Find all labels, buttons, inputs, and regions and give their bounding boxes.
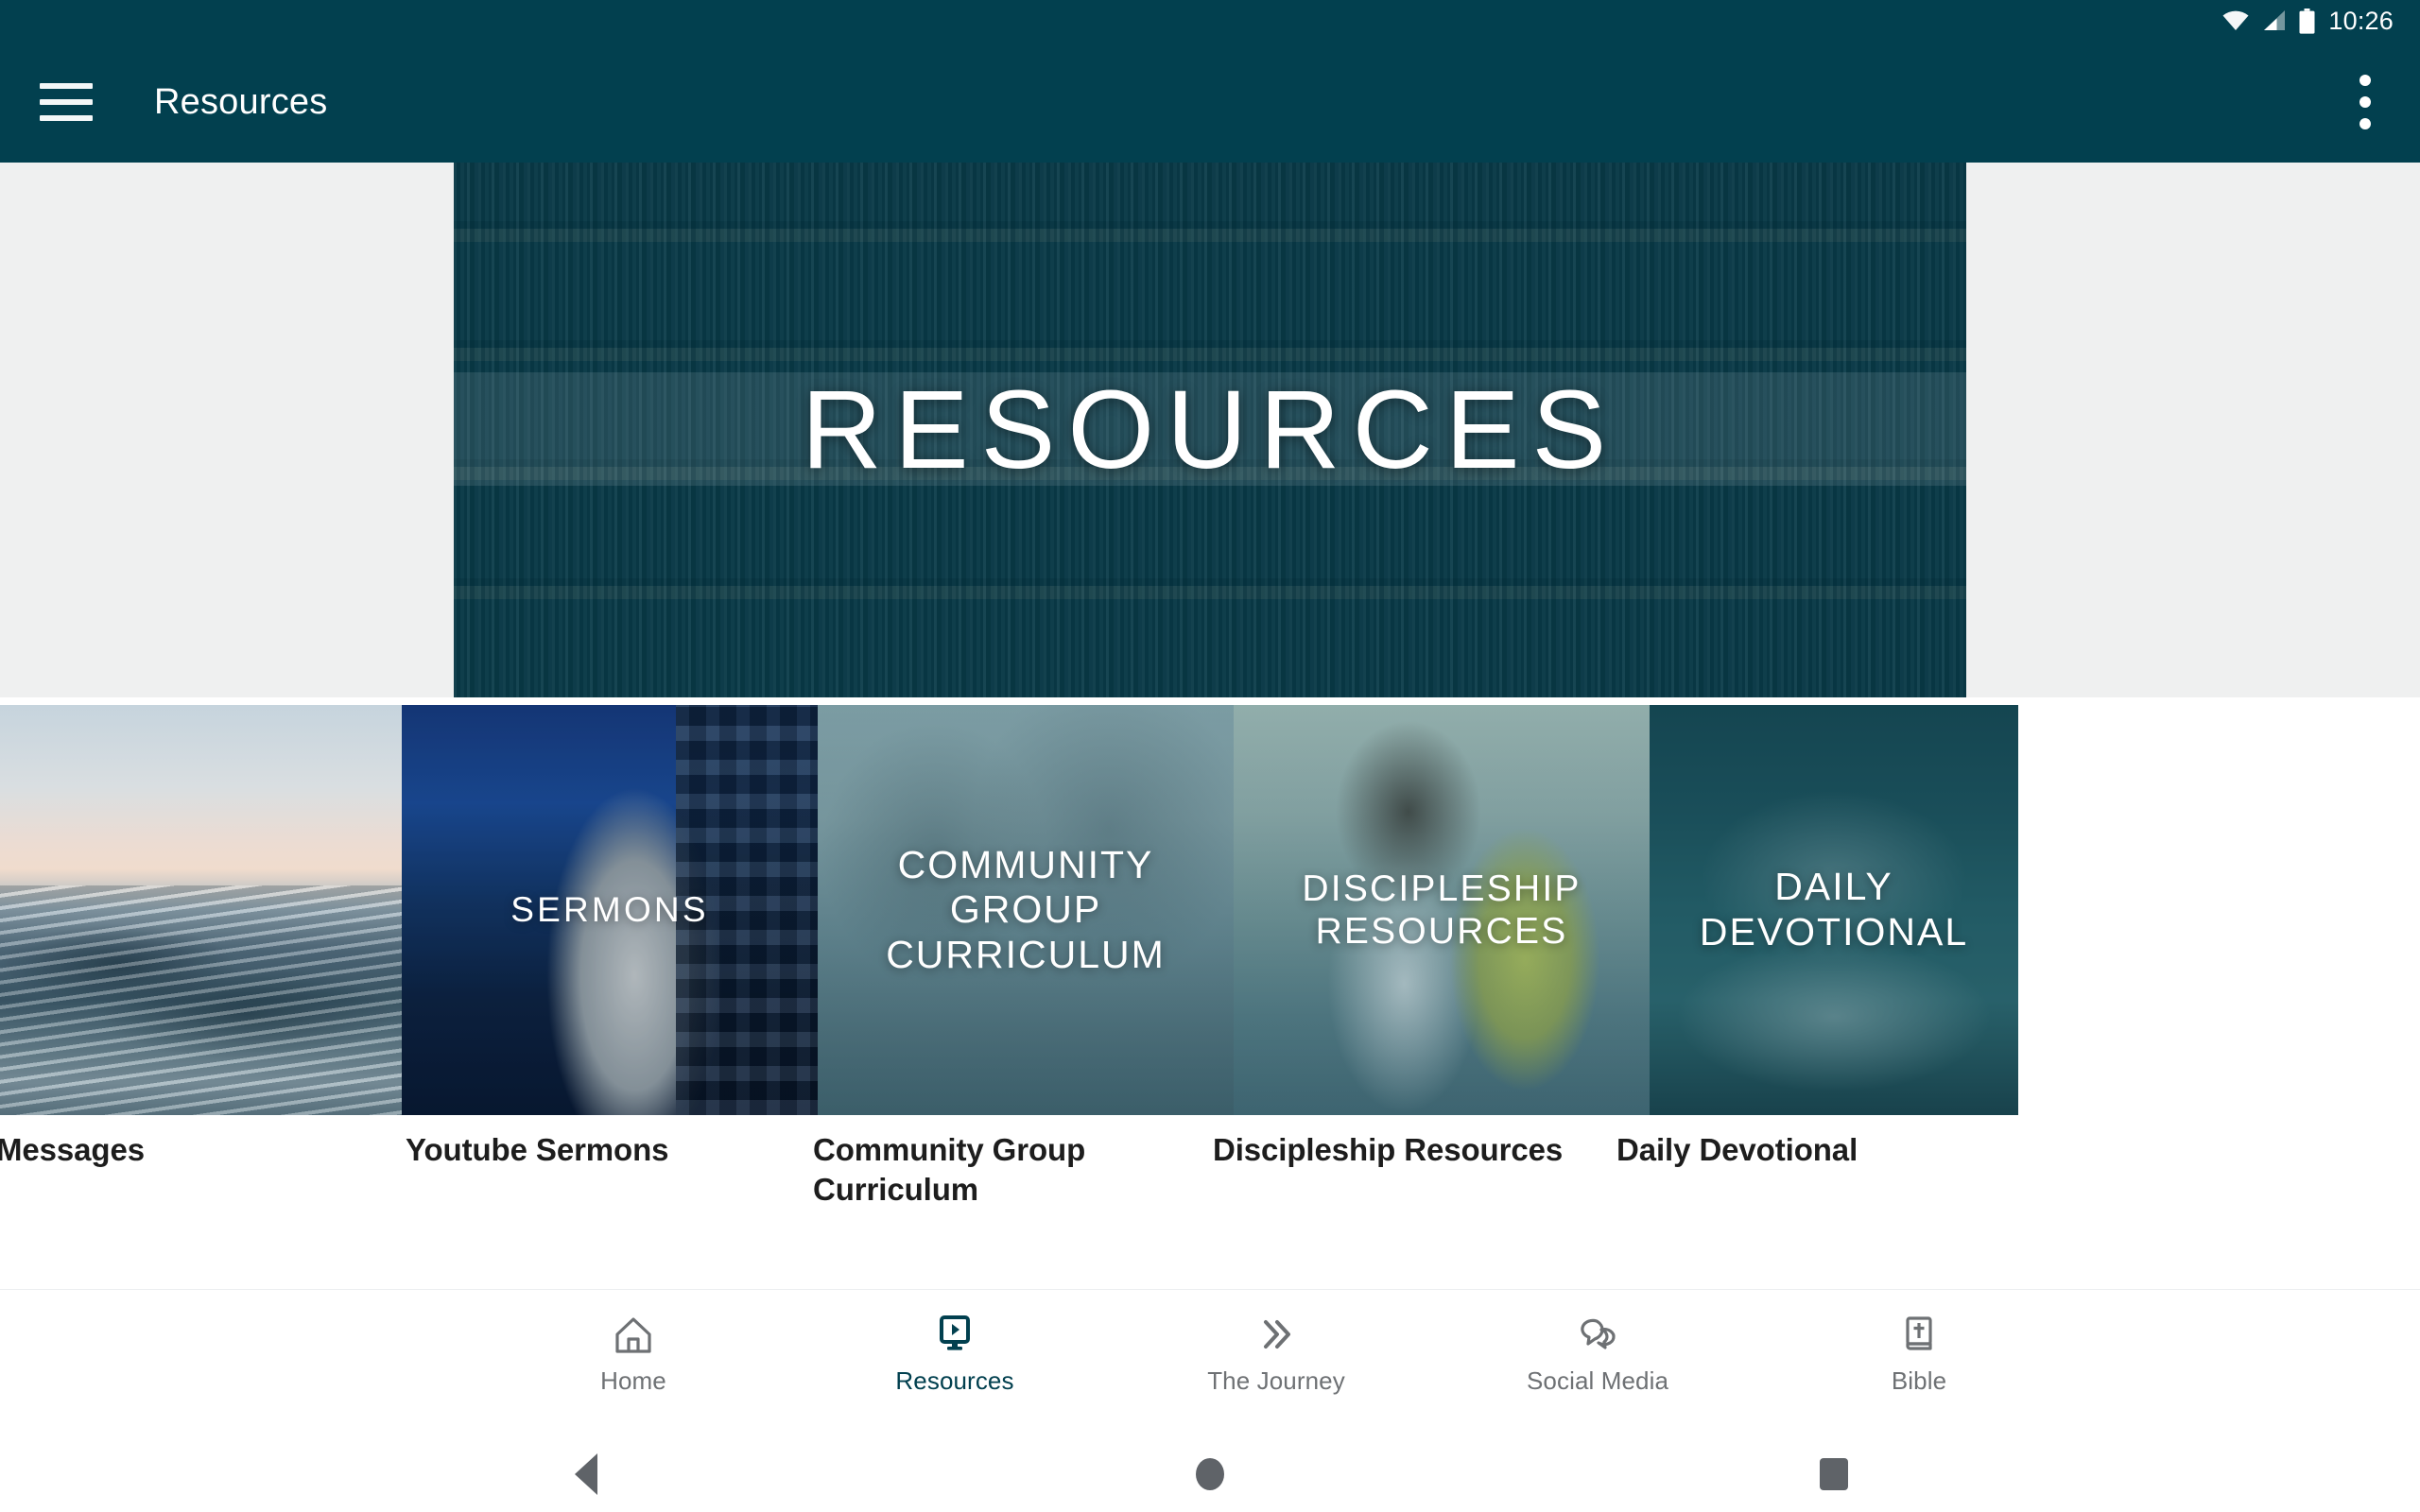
recents-square-icon: [1820, 1458, 1848, 1490]
resource-card-discipleship-resources[interactable]: DISCIPLESHIP RESOURCES: [1234, 705, 1650, 1115]
app-bar: Resources: [0, 42, 2420, 163]
status-bar: 10:26: [0, 0, 2420, 42]
card-label-youtube-sermons[interactable]: Youtube Sermons: [406, 1130, 803, 1170]
card-overlay-line: COMMUNITY: [897, 842, 1154, 886]
back-triangle-icon: [575, 1453, 597, 1495]
card-overlay-text: DAILY DEVOTIONAL: [1650, 705, 2018, 1115]
page-title: Resources: [154, 81, 328, 122]
cell-signal-icon: [2264, 10, 2286, 30]
nav-item-label: The Journey: [1207, 1366, 1345, 1395]
hamburger-menu-icon[interactable]: [40, 80, 96, 124]
resource-card-messages[interactable]: [0, 705, 402, 1115]
video-monitor-icon: [933, 1311, 977, 1358]
nav-item-the-journey[interactable]: The Journey: [1115, 1290, 1437, 1396]
resource-card-strip[interactable]: SERMONS COMMUNITY GROUP CURRICULUM DISCI…: [0, 697, 2420, 1115]
bible-book-icon: [1897, 1311, 1941, 1358]
back-button[interactable]: [463, 1436, 709, 1512]
android-system-navigation-bar: [0, 1436, 2420, 1512]
nav-item-label: Social Media: [1526, 1366, 1669, 1395]
battery-icon: [2299, 8, 2315, 34]
nav-item-social-media[interactable]: Social Media: [1437, 1290, 1758, 1396]
resource-card-youtube-sermons[interactable]: SERMONS: [402, 705, 818, 1115]
card-overlay-line: DISCIPLESHIP: [1302, 868, 1582, 909]
card-overlay-line: DAILY: [1774, 865, 1893, 909]
app-root: 10:26 Resources RESOURCES SERMONS COMMUN…: [0, 0, 2420, 1512]
card-overlay-text: [0, 705, 402, 1115]
nav-item-bible[interactable]: Bible: [1758, 1290, 2080, 1396]
card-label-discipleship-resources[interactable]: Discipleship Resources: [1213, 1130, 1610, 1170]
home-button[interactable]: [1087, 1436, 1333, 1512]
hero-section: RESOURCES: [0, 163, 2420, 697]
card-overlay-text: SERMONS: [510, 889, 709, 929]
card-overlay-line: GROUP: [949, 887, 1102, 932]
nav-item-label: Bible: [1891, 1366, 1947, 1395]
recents-button[interactable]: [1711, 1436, 1957, 1512]
resource-card-community-group-curriculum[interactable]: COMMUNITY GROUP CURRICULUM: [818, 705, 1234, 1115]
bottom-navigation-bar: Home Resources The Journey Social Media …: [0, 1289, 2420, 1436]
home-circle-icon: [1196, 1458, 1224, 1490]
hero-banner[interactable]: RESOURCES: [454, 163, 1966, 697]
more-vert-icon[interactable]: [2346, 73, 2384, 131]
card-label-messages[interactable]: Messages: [0, 1130, 374, 1170]
wifi-icon: [2222, 10, 2249, 31]
hero-title: RESOURCES: [801, 368, 1619, 492]
nav-item-label: Home: [600, 1366, 666, 1395]
status-bar-clock: 10:26: [2328, 6, 2394, 35]
card-overlay-text: DISCIPLESHIP RESOURCES: [1234, 705, 1650, 1115]
resource-card-labels: Messages Youtube Sermons Community Group…: [0, 1115, 2420, 1276]
card-label-community-group-curriculum[interactable]: Community Group Curriculum: [813, 1130, 1097, 1209]
double-chevron-right-icon: [1254, 1311, 1298, 1358]
content-scroll-area[interactable]: RESOURCES SERMONS COMMUNITY GROUP CURRIC…: [0, 163, 2420, 1289]
chat-bubbles-icon: [1576, 1311, 1619, 1358]
card-overlay-line: DEVOTIONAL: [1699, 910, 1969, 954]
nav-item-label: Resources: [895, 1366, 1014, 1395]
card-overlay-text: COMMUNITY GROUP CURRICULUM: [818, 705, 1234, 1115]
status-bar-icons: [2221, 8, 2315, 34]
card-label-daily-devotional[interactable]: Daily Devotional: [1616, 1130, 1995, 1170]
home-icon: [612, 1311, 655, 1358]
card-overlay-line: RESOURCES: [1315, 911, 1568, 952]
nav-item-home[interactable]: Home: [473, 1290, 794, 1396]
nav-item-resources[interactable]: Resources: [794, 1290, 1115, 1396]
resource-card-daily-devotional[interactable]: DAILY DEVOTIONAL: [1650, 705, 2018, 1115]
card-overlay-line: CURRICULUM: [886, 932, 1166, 976]
